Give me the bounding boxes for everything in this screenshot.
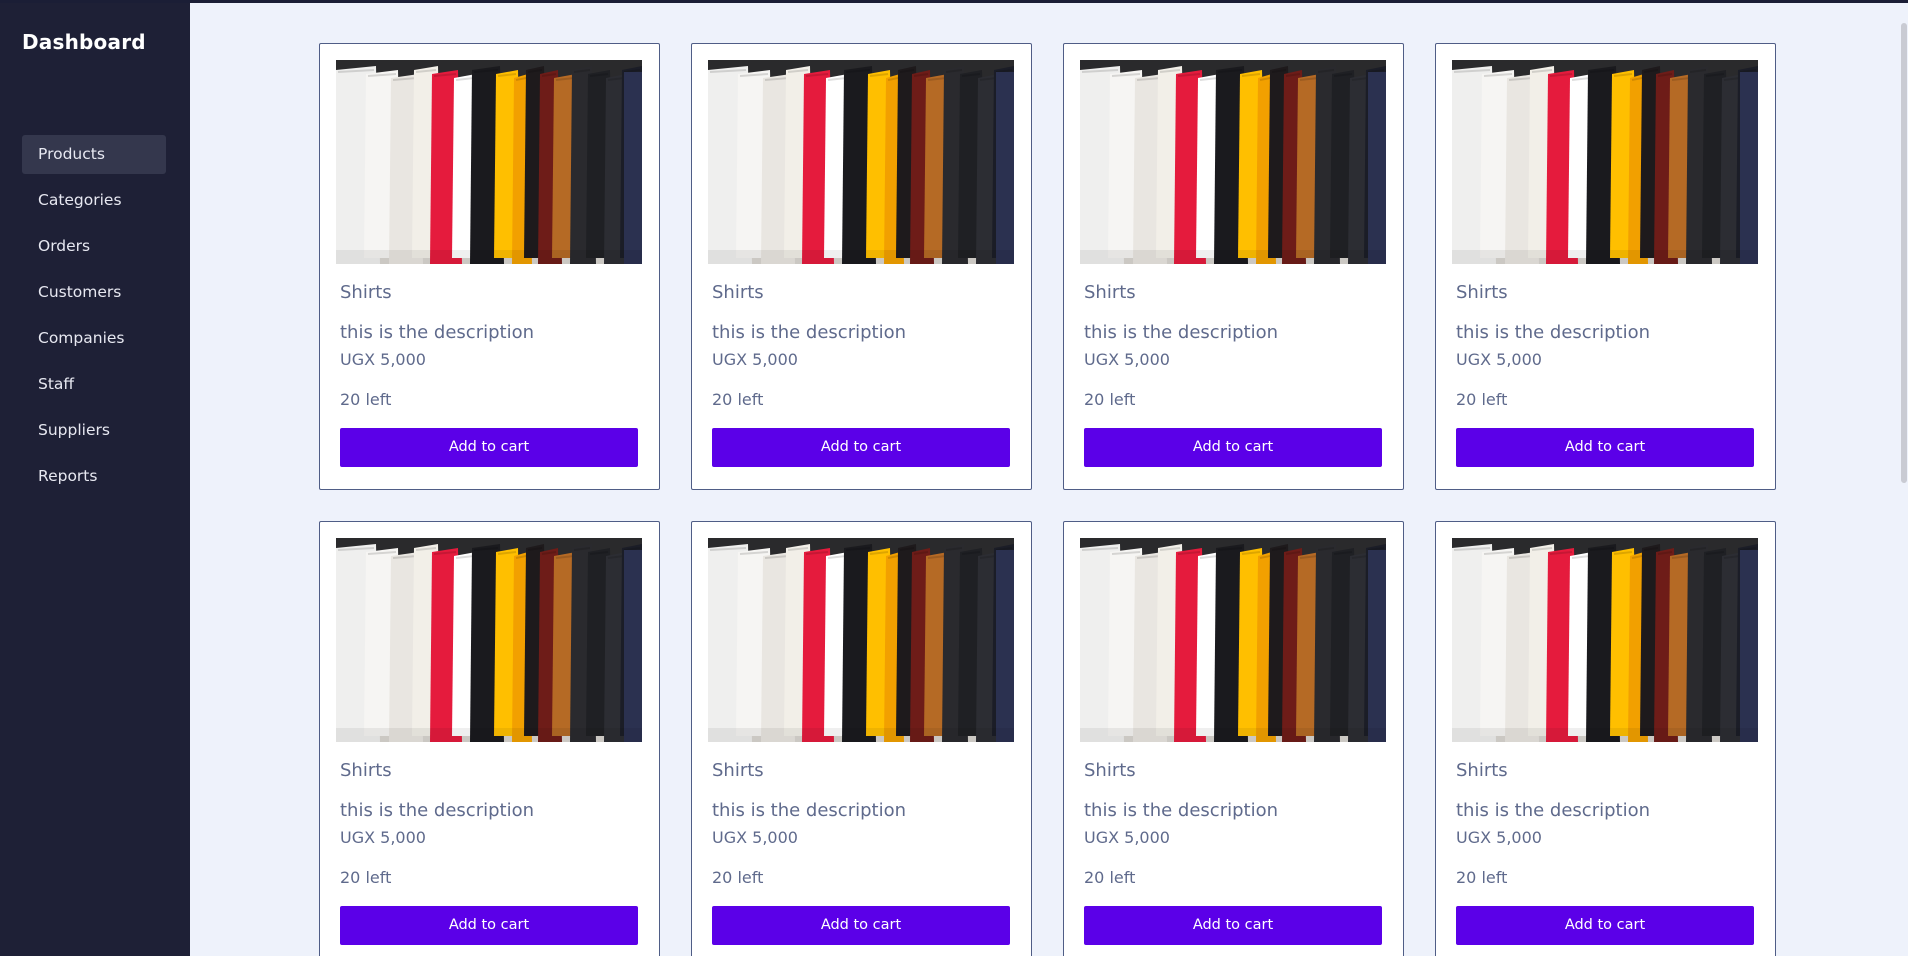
add-to-cart-button[interactable]: Add to cart: [712, 428, 1010, 467]
product-name: Shirts: [712, 282, 764, 303]
add-to-cart-button[interactable]: Add to cart: [340, 906, 638, 945]
product-name: Shirts: [1084, 282, 1136, 303]
product-name: Shirts: [712, 760, 764, 781]
sidebar-item-customers[interactable]: Customers: [22, 273, 166, 312]
product-name: Shirts: [1456, 760, 1508, 781]
product-description: this is the description: [1456, 800, 1651, 821]
sidebar-nav: Products Categories Orders Customers Com…: [22, 135, 166, 503]
add-to-cart-button[interactable]: Add to cart: [1084, 428, 1382, 467]
product-image[interactable]: [336, 60, 642, 264]
product-price: UGX 5,000: [712, 828, 798, 847]
product-image[interactable]: [1452, 60, 1758, 264]
sidebar-item-orders[interactable]: Orders: [22, 227, 166, 266]
product-card: Shirts this is the description UGX 5,000…: [319, 521, 660, 956]
scrollbar[interactable]: [1900, 3, 1908, 956]
product-stock: 20 left: [712, 868, 764, 887]
product-description: this is the description: [1084, 800, 1279, 821]
product-stock: 20 left: [1456, 868, 1508, 887]
product-card: Shirts this is the description UGX 5,000…: [1435, 43, 1776, 490]
product-image[interactable]: [708, 60, 1014, 264]
dashboard-title: Dashboard: [22, 30, 146, 54]
add-to-cart-button[interactable]: Add to cart: [340, 428, 638, 467]
product-card: Shirts this is the description UGX 5,000…: [319, 43, 660, 490]
app-root: Dashboard Products Categories Orders Cus…: [0, 0, 1908, 956]
product-name: Shirts: [1456, 282, 1508, 303]
sidebar-item-suppliers[interactable]: Suppliers: [22, 411, 166, 450]
add-to-cart-button[interactable]: Add to cart: [1456, 428, 1754, 467]
sidebar-item-staff[interactable]: Staff: [22, 365, 166, 404]
product-description: this is the description: [1456, 322, 1651, 343]
product-price: UGX 5,000: [1456, 828, 1542, 847]
product-image[interactable]: [1080, 60, 1386, 264]
sidebar-item-reports[interactable]: Reports: [22, 457, 166, 496]
product-card: Shirts this is the description UGX 5,000…: [1063, 43, 1404, 490]
sidebar-item-products[interactable]: Products: [22, 135, 166, 174]
product-description: this is the description: [340, 322, 535, 343]
product-stock: 20 left: [1084, 868, 1136, 887]
scrollbar-thumb[interactable]: [1901, 23, 1907, 483]
product-card: Shirts this is the description UGX 5,000…: [691, 43, 1032, 490]
product-description: this is the description: [712, 800, 907, 821]
product-price: UGX 5,000: [1456, 350, 1542, 369]
product-price: UGX 5,000: [1084, 828, 1170, 847]
product-card: Shirts this is the description UGX 5,000…: [1435, 521, 1776, 956]
product-stock: 20 left: [340, 868, 392, 887]
add-to-cart-button[interactable]: Add to cart: [1084, 906, 1382, 945]
product-description: this is the description: [340, 800, 535, 821]
add-to-cart-button[interactable]: Add to cart: [1456, 906, 1754, 945]
product-image[interactable]: [336, 538, 642, 742]
product-grid: Shirts this is the description UGX 5,000…: [190, 3, 1908, 956]
product-card: Shirts this is the description UGX 5,000…: [691, 521, 1032, 956]
product-description: this is the description: [712, 322, 907, 343]
product-stock: 20 left: [340, 390, 392, 409]
product-stock: 20 left: [1084, 390, 1136, 409]
product-price: UGX 5,000: [1084, 350, 1170, 369]
top-border: [0, 0, 1908, 3]
sidebar-item-categories[interactable]: Categories: [22, 181, 166, 220]
product-name: Shirts: [1084, 760, 1136, 781]
product-stock: 20 left: [712, 390, 764, 409]
product-price: UGX 5,000: [712, 350, 798, 369]
sidebar-item-companies[interactable]: Companies: [22, 319, 166, 358]
add-to-cart-button[interactable]: Add to cart: [712, 906, 1010, 945]
product-description: this is the description: [1084, 322, 1279, 343]
sidebar: Dashboard Products Categories Orders Cus…: [0, 0, 190, 956]
product-name: Shirts: [340, 760, 392, 781]
product-price: UGX 5,000: [340, 350, 426, 369]
product-image[interactable]: [708, 538, 1014, 742]
product-stock: 20 left: [1456, 390, 1508, 409]
product-name: Shirts: [340, 282, 392, 303]
product-image[interactable]: [1452, 538, 1758, 742]
product-image[interactable]: [1080, 538, 1386, 742]
product-card: Shirts this is the description UGX 5,000…: [1063, 521, 1404, 956]
product-price: UGX 5,000: [340, 828, 426, 847]
